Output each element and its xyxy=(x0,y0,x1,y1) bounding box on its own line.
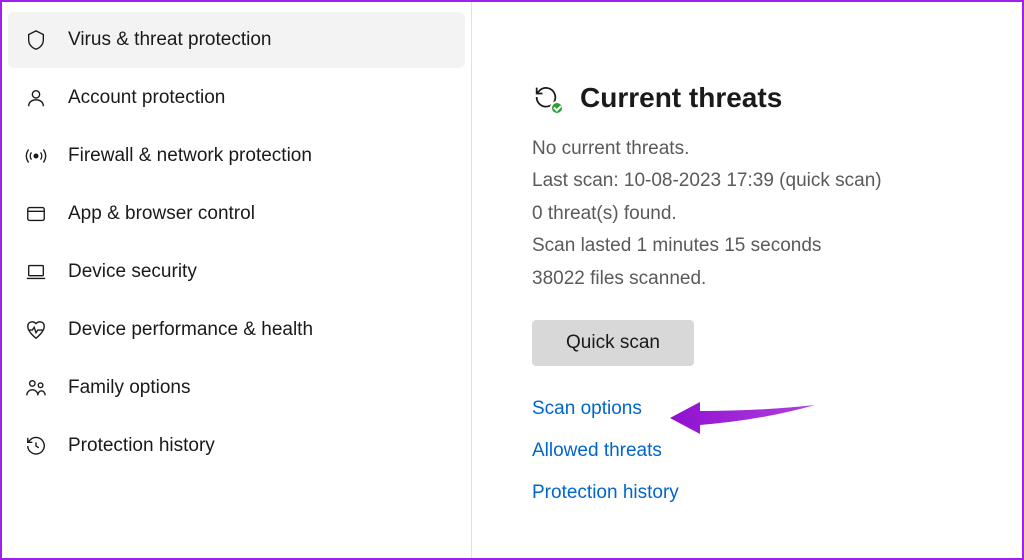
sidebar-item-label: Protection history xyxy=(68,435,215,457)
sidebar-item-label: App & browser control xyxy=(68,203,255,225)
sidebar-item-device-security[interactable]: Device security xyxy=(8,244,465,300)
section-title: Current threats xyxy=(580,82,782,114)
sidebar-item-firewall[interactable]: Firewall & network protection xyxy=(8,128,465,184)
status-line: No current threats. xyxy=(532,134,982,164)
history-icon xyxy=(24,434,48,458)
quick-scan-button[interactable]: Quick scan xyxy=(532,320,694,366)
shield-icon xyxy=(24,28,48,52)
sidebar-item-label: Account protection xyxy=(68,87,225,109)
threats-icon xyxy=(532,83,562,113)
status-line: Last scan: 10-08-2023 17:39 (quick scan) xyxy=(532,166,982,196)
sidebar-item-protection-history[interactable]: Protection history xyxy=(8,418,465,474)
scan-options-link[interactable]: Scan options xyxy=(532,398,982,420)
family-icon xyxy=(24,376,48,400)
status-line: Scan lasted 1 minutes 15 seconds xyxy=(532,231,982,261)
browser-icon xyxy=(24,202,48,226)
sidebar-item-app-browser[interactable]: App & browser control xyxy=(8,186,465,242)
main-content: Current threats No current threats. Last… xyxy=(472,2,1022,558)
radio-icon xyxy=(24,144,48,168)
section-header: Current threats xyxy=(532,82,982,114)
sidebar-item-label: Firewall & network protection xyxy=(68,145,312,167)
status-line: 0 threat(s) found. xyxy=(532,199,982,229)
sidebar-item-label: Family options xyxy=(68,377,191,399)
sidebar-item-account[interactable]: Account protection xyxy=(8,70,465,126)
sidebar-item-label: Virus & threat protection xyxy=(68,29,271,51)
status-line: 38022 files scanned. xyxy=(532,264,982,294)
sidebar-item-virus-threat[interactable]: Virus & threat protection xyxy=(8,12,465,68)
sidebar-item-performance-health[interactable]: Device performance & health xyxy=(8,302,465,358)
threat-status: No current threats. Last scan: 10-08-202… xyxy=(532,134,982,294)
sidebar-item-label: Device performance & health xyxy=(68,319,313,341)
sidebar-item-family[interactable]: Family options xyxy=(8,360,465,416)
check-badge-icon xyxy=(550,101,564,115)
protection-history-link[interactable]: Protection history xyxy=(532,482,982,504)
sidebar: Virus & threat protection Account protec… xyxy=(2,2,472,558)
allowed-threats-link[interactable]: Allowed threats xyxy=(532,440,982,462)
person-icon xyxy=(24,86,48,110)
laptop-icon xyxy=(24,260,48,284)
sidebar-item-label: Device security xyxy=(68,261,197,283)
heart-icon xyxy=(24,318,48,342)
